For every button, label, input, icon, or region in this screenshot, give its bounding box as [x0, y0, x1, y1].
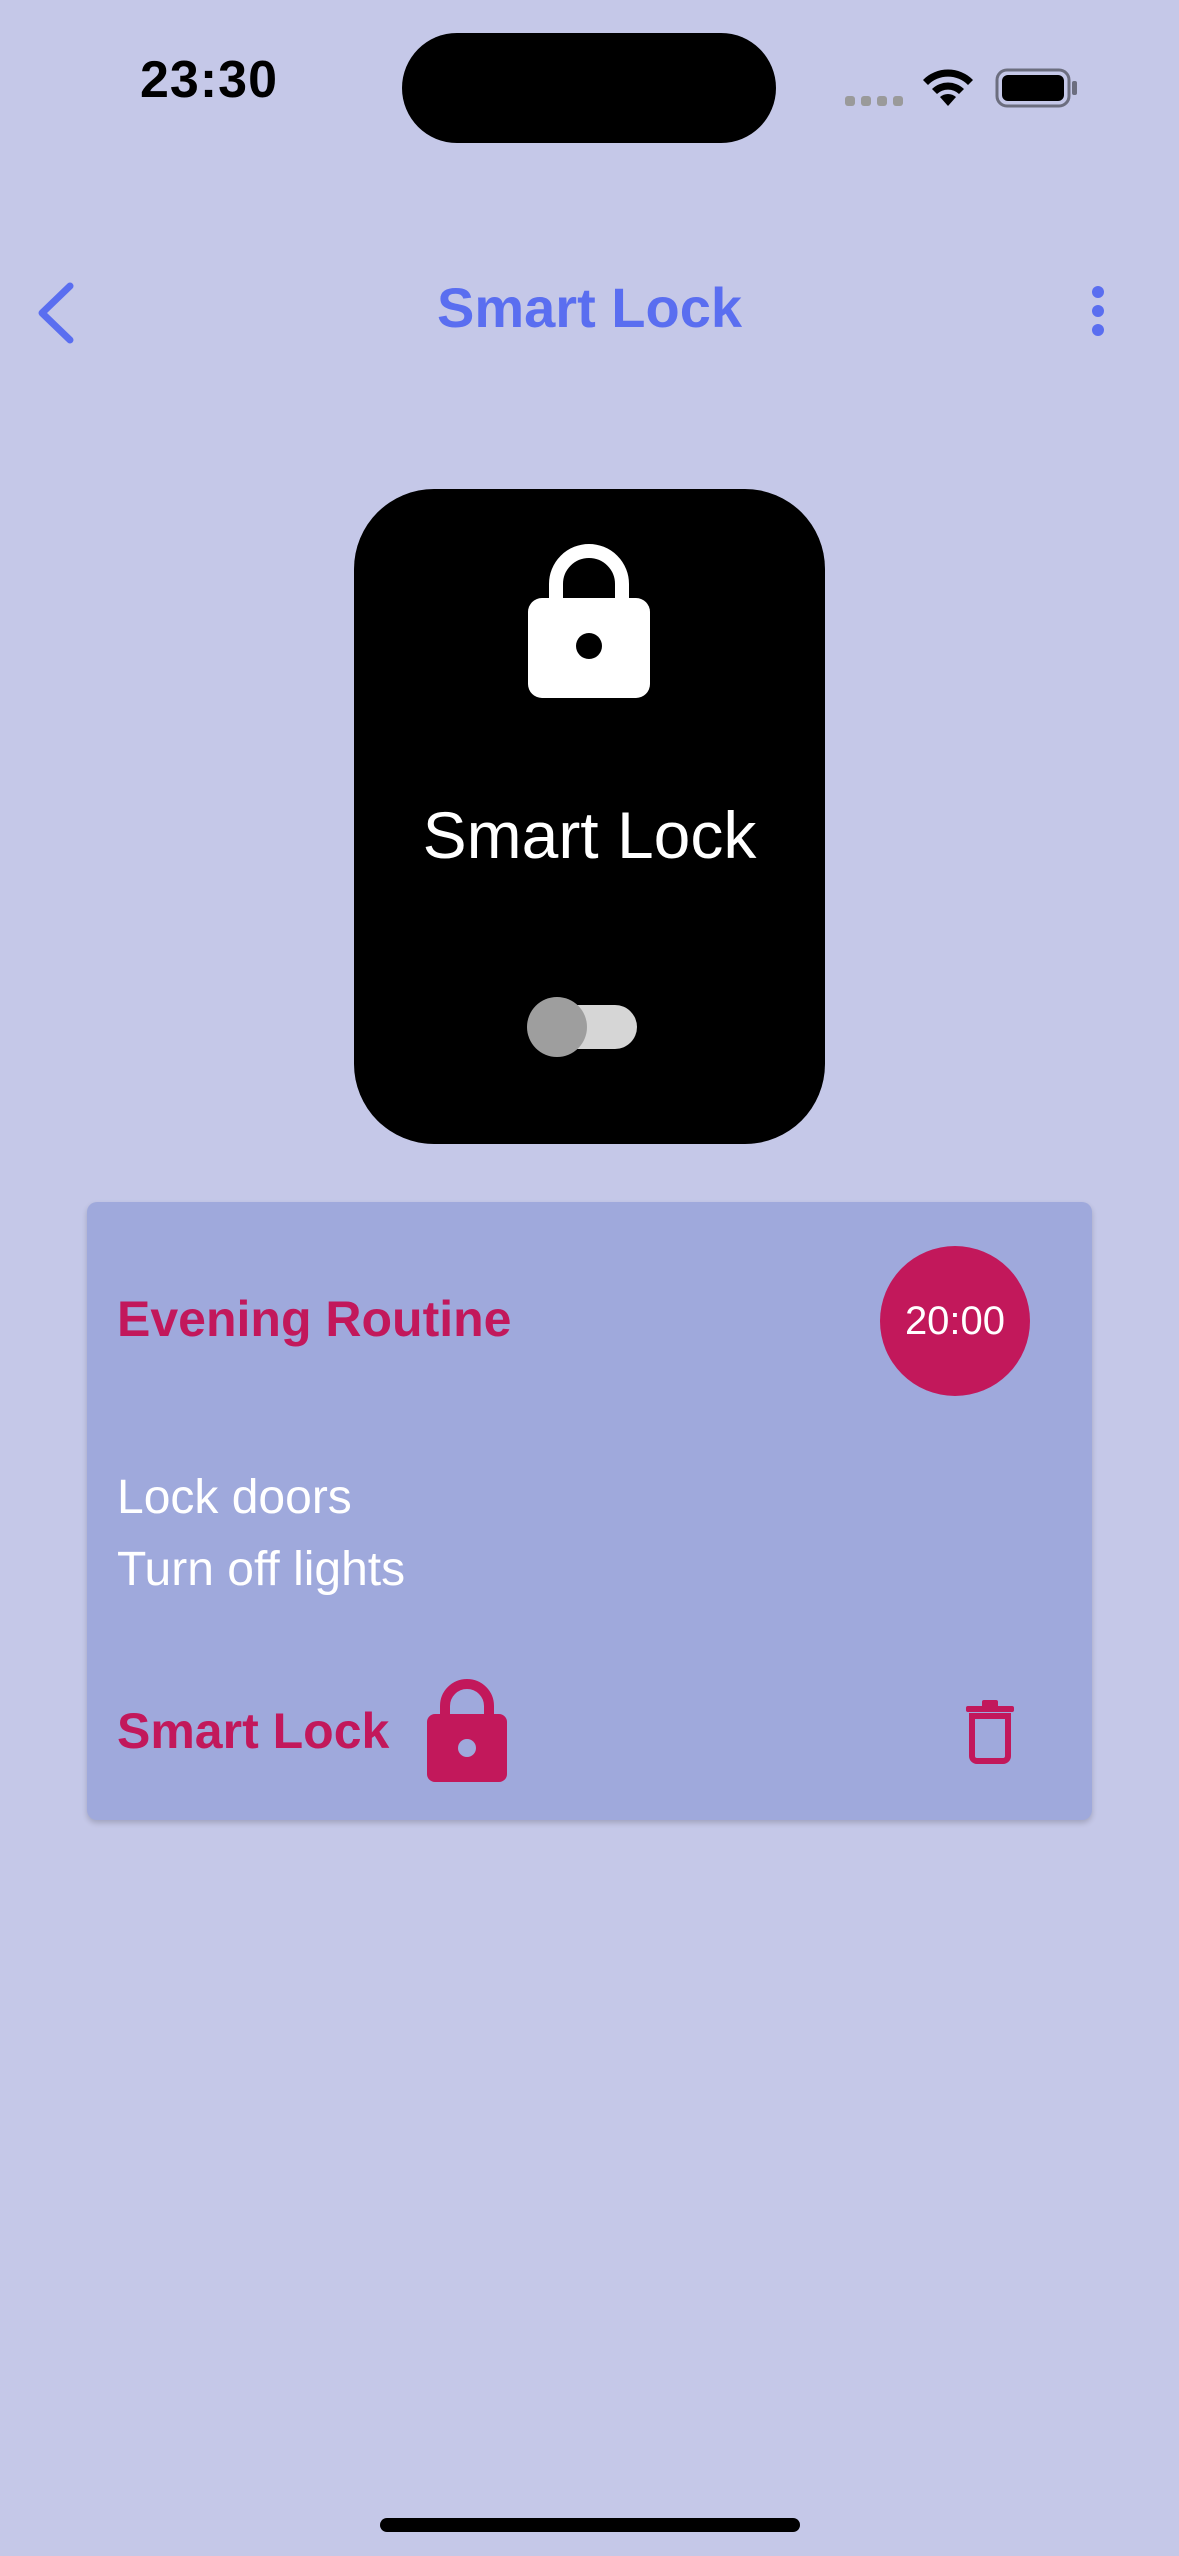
more-options-button[interactable]	[1080, 280, 1120, 350]
routine-action: Lock doors	[117, 1471, 352, 1524]
lock-icon	[427, 1679, 507, 1782]
wifi-icon	[923, 69, 973, 106]
more-vertical-icon	[1092, 286, 1104, 336]
home-indicator[interactable]	[380, 2518, 800, 2532]
dynamic-island	[402, 33, 776, 143]
routine-time-badge: 20:00	[880, 1246, 1030, 1396]
toggle-knob	[527, 997, 587, 1057]
status-time: 23:30	[140, 51, 278, 109]
routine-device-label: Smart Lock	[117, 1703, 390, 1759]
lock-icon	[528, 544, 650, 698]
routine-action: Turn off lights	[117, 1543, 406, 1596]
device-name: Smart Lock	[422, 798, 757, 872]
lock-toggle[interactable]	[527, 997, 639, 1057]
signal-dots-icon	[845, 96, 903, 106]
trash-icon	[966, 1700, 1014, 1764]
routine-title: Evening Routine	[117, 1291, 512, 1347]
battery-icon	[995, 68, 1077, 108]
delete-routine-button[interactable]	[962, 1700, 1018, 1764]
page-title: Smart Lock	[437, 276, 742, 339]
